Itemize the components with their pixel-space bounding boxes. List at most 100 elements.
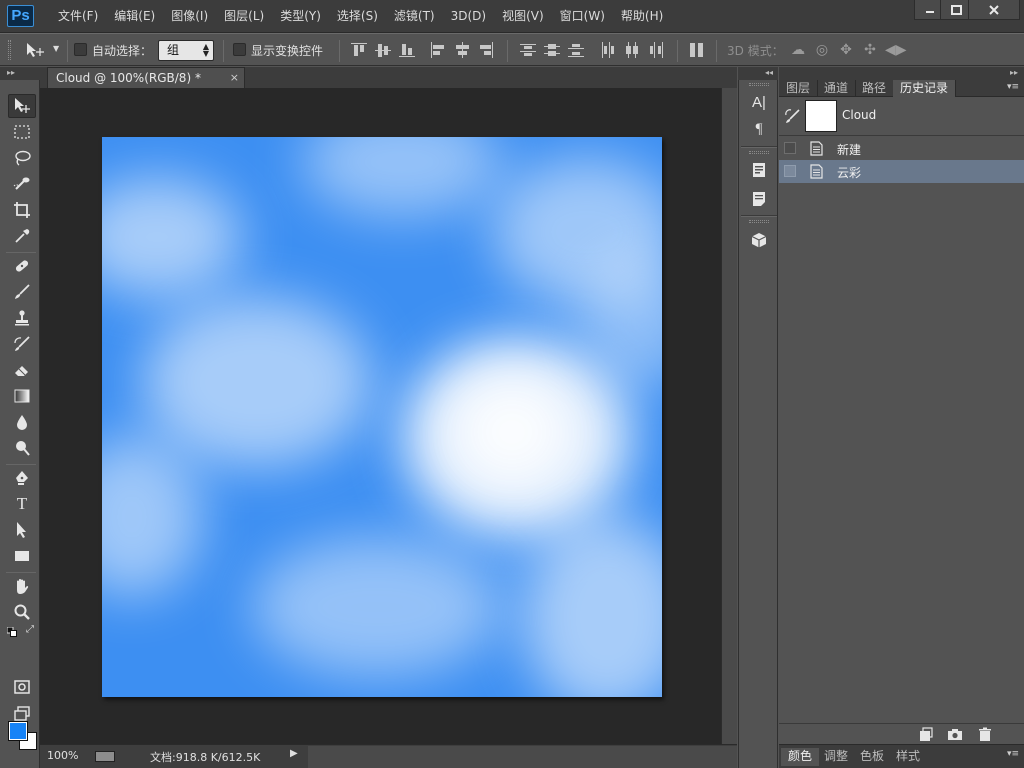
quick-mask-button[interactable] bbox=[8, 675, 36, 699]
zoom-level-field[interactable]: 100% bbox=[47, 749, 78, 762]
history-snapshot[interactable]: Cloud bbox=[779, 97, 1024, 136]
history-brush-tool[interactable] bbox=[8, 332, 36, 356]
tab-styles[interactable]: 样式 bbox=[889, 748, 927, 766]
3d-panel-button[interactable] bbox=[747, 228, 771, 252]
tab-layers[interactable]: 图层 bbox=[779, 80, 819, 97]
3d-rotate-icon[interactable]: ☁ bbox=[789, 42, 807, 58]
menu-help[interactable]: 帮助(H) bbox=[613, 0, 671, 33]
auto-select-checkbox[interactable] bbox=[74, 43, 87, 56]
panel-menu-icon[interactable]: ▾≡ bbox=[1007, 82, 1019, 92]
document-size-info[interactable]: 文档:918.8 K/612.5K bbox=[150, 749, 260, 765]
paragraph-panel-button[interactable]: ¶ bbox=[747, 117, 771, 141]
distribute-right-edges-icon[interactable] bbox=[648, 42, 664, 58]
status-menu-arrow-icon[interactable]: ▶ bbox=[290, 748, 298, 759]
align-right-edges-icon[interactable] bbox=[478, 42, 494, 58]
move-tool[interactable] bbox=[8, 94, 36, 118]
new-document-from-state-icon[interactable] bbox=[917, 727, 933, 742]
lasso-tool[interactable] bbox=[8, 146, 36, 170]
menu-window[interactable]: 窗口(W) bbox=[552, 0, 613, 33]
zoom-tool[interactable] bbox=[8, 600, 36, 624]
3d-slide-icon[interactable]: ✣ bbox=[861, 42, 879, 58]
tool-preset-picker[interactable]: ▼ bbox=[25, 42, 61, 60]
swap-colors-icon[interactable]: ⤢ bbox=[26, 624, 37, 635]
close-icon[interactable]: × bbox=[230, 68, 239, 88]
divider bbox=[6, 252, 36, 253]
horizontal-scrollbar[interactable] bbox=[308, 746, 737, 768]
tab-color[interactable]: 颜色 bbox=[781, 748, 820, 766]
properties-panel-button[interactable] bbox=[747, 158, 771, 182]
history-brush-source-checkbox[interactable] bbox=[784, 165, 796, 177]
align-vertical-centers-icon[interactable] bbox=[375, 42, 391, 58]
menu-edit[interactable]: 编辑(E) bbox=[106, 0, 163, 33]
history-item[interactable]: 新建 bbox=[779, 137, 1024, 160]
menu-select[interactable]: 选择(S) bbox=[329, 0, 386, 33]
align-top-edges-icon[interactable] bbox=[351, 42, 367, 58]
camera-icon[interactable] bbox=[947, 727, 963, 742]
menu-image[interactable]: 图像(I) bbox=[163, 0, 216, 33]
menu-view[interactable]: 视图(V) bbox=[494, 0, 552, 33]
eraser-tool[interactable] bbox=[8, 358, 36, 382]
auto-select-target-dropdown[interactable]: 组 ▲ ▼ bbox=[158, 40, 214, 61]
align-left-edges-icon[interactable] bbox=[430, 42, 446, 58]
history-item-label: 云彩 bbox=[837, 166, 862, 180]
crop-tool[interactable] bbox=[8, 198, 36, 222]
trash-icon[interactable] bbox=[977, 727, 993, 742]
tab-channels[interactable]: 通道 bbox=[817, 80, 857, 97]
close-button[interactable] bbox=[968, 0, 1020, 20]
menu-type[interactable]: 类型(Y) bbox=[272, 0, 329, 33]
rectangle-tool[interactable] bbox=[8, 544, 36, 568]
path-selection-tool[interactable] bbox=[8, 518, 36, 542]
document-canvas[interactable] bbox=[102, 137, 662, 697]
tab-swatches[interactable]: 色板 bbox=[853, 748, 891, 766]
notes-panel-button[interactable] bbox=[747, 187, 771, 211]
auto-align-layers-icon[interactable] bbox=[689, 42, 705, 58]
dock-collapse-bar[interactable]: ◂◂ bbox=[738, 67, 778, 80]
history-brush-source-checkbox[interactable] bbox=[784, 142, 796, 154]
dock-grip[interactable] bbox=[749, 83, 769, 86]
tab-adjustments[interactable]: 调整 bbox=[817, 748, 855, 766]
distribute-bottom-edges-icon[interactable] bbox=[568, 42, 584, 58]
distribute-vertical-centers-icon[interactable] bbox=[544, 42, 560, 58]
menu-3d[interactable]: 3D(D) bbox=[443, 0, 494, 33]
3d-roll-icon[interactable]: ◎ bbox=[813, 42, 831, 58]
clone-stamp-tool[interactable] bbox=[8, 306, 36, 330]
spot-healing-brush-tool[interactable] bbox=[8, 254, 36, 278]
menu-layer[interactable]: 图层(L) bbox=[216, 0, 272, 33]
options-bar-grip[interactable] bbox=[8, 40, 11, 60]
tab-history[interactable]: 历史记录 bbox=[893, 80, 957, 97]
blur-tool[interactable] bbox=[8, 410, 36, 434]
3d-pan-icon[interactable]: ✥ bbox=[837, 42, 855, 58]
distribute-top-edges-icon[interactable] bbox=[520, 42, 536, 58]
pen-tool[interactable] bbox=[8, 466, 36, 490]
distribute-left-edges-icon[interactable] bbox=[600, 42, 616, 58]
align-bottom-edges-icon[interactable] bbox=[399, 42, 415, 58]
hand-tool[interactable] bbox=[8, 574, 36, 598]
distribute-horizontal-centers-icon[interactable] bbox=[624, 42, 640, 58]
gradient-tool[interactable] bbox=[8, 384, 36, 408]
default-colors-icon[interactable] bbox=[6, 626, 17, 637]
tab-paths[interactable]: 路径 bbox=[855, 80, 895, 97]
toolbox-collapse-bar[interactable]: ▸▸ bbox=[0, 67, 40, 80]
panel-collapse-bar[interactable]: ▸▸ bbox=[779, 67, 1024, 80]
foreground-color-swatch[interactable] bbox=[8, 721, 28, 741]
3d-scale-icon[interactable]: ◀▶ bbox=[885, 42, 907, 58]
dock-grip[interactable] bbox=[749, 220, 769, 223]
dodge-tool[interactable] bbox=[8, 436, 36, 460]
history-item[interactable]: 云彩 bbox=[779, 160, 1024, 183]
align-horizontal-centers-icon[interactable] bbox=[454, 42, 470, 58]
show-transform-checkbox[interactable] bbox=[233, 43, 246, 56]
menu-filter[interactable]: 滤镜(T) bbox=[386, 0, 443, 33]
document-tab[interactable]: Cloud @ 100%(RGB/8) * × bbox=[47, 67, 245, 88]
eyedropper-tool[interactable] bbox=[8, 224, 36, 248]
brush-tool[interactable] bbox=[8, 280, 36, 304]
rectangular-marquee-tool[interactable] bbox=[8, 120, 36, 144]
quick-selection-tool[interactable] bbox=[8, 172, 36, 196]
character-panel-button[interactable]: A| bbox=[747, 90, 771, 114]
close-icon bbox=[989, 4, 999, 15]
menu-file[interactable]: 文件(F) bbox=[50, 0, 106, 33]
dock-grip[interactable] bbox=[749, 151, 769, 154]
type-tool[interactable]: T bbox=[8, 492, 36, 516]
vertical-scrollbar[interactable] bbox=[721, 88, 737, 744]
cloud-puff bbox=[302, 137, 502, 217]
panel-menu-icon[interactable]: ▾≡ bbox=[1007, 749, 1019, 759]
